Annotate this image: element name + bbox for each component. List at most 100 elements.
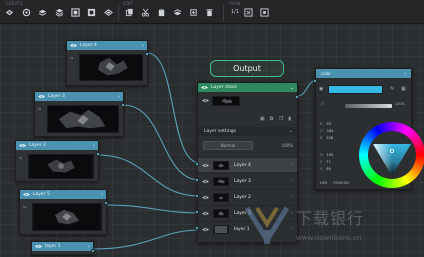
layer-thumbnail xyxy=(47,105,119,133)
blend-mode-select[interactable]: Normal xyxy=(203,141,253,150)
color-node[interactable]: color › ◉ ✎ ▦ ⁄ 100% R 53 G 184 B 228 H 195 … xyxy=(313,68,424,190)
chevron-right-icon[interactable]: › xyxy=(291,162,293,168)
input-port[interactable] xyxy=(195,194,199,198)
opacity-field[interactable]: 100% xyxy=(263,142,293,149)
image-icon[interactable]: ▣ xyxy=(260,116,265,122)
alpha-slider[interactable] xyxy=(345,104,392,108)
link-icon[interactable]: ⇆ xyxy=(23,204,26,209)
blue-value: B 228 xyxy=(320,136,334,140)
layer-node-header[interactable]: Layer 4 › xyxy=(67,41,147,50)
eye-icon[interactable] xyxy=(202,179,209,184)
color-mode-tabs: HEX RGB/HSV xyxy=(320,181,354,185)
hue-value: H 195 xyxy=(320,153,334,157)
green-value: G 184 xyxy=(320,129,334,133)
chevron-right-icon[interactable]: › xyxy=(142,43,144,49)
chevron-right-icon[interactable]: › xyxy=(291,226,293,232)
layer-node-title: Layer 5 xyxy=(33,192,50,197)
output-label[interactable]: Output xyxy=(210,60,284,77)
chevron-right-icon[interactable]: › xyxy=(404,71,406,77)
chevron-right-icon[interactable]: › xyxy=(291,178,293,184)
tab-hex[interactable]: HEX xyxy=(320,181,327,185)
eye-icon[interactable] xyxy=(23,192,30,197)
layer-stack-header[interactable]: Layer stack ⌄ xyxy=(198,83,297,92)
row-thumbnail xyxy=(213,176,229,186)
stack-toolbar: ▣ ✿ ❐ ▮ xyxy=(260,116,291,122)
layer-node[interactable]: Layer 4 › ⇆ xyxy=(66,40,149,86)
output-port[interactable] xyxy=(121,103,125,107)
pipette-icon[interactable]: ⁄ xyxy=(322,101,323,107)
color-node-title: color xyxy=(321,71,331,76)
eye-icon[interactable] xyxy=(70,43,77,48)
chevron-down-icon[interactable]: ⌄ xyxy=(289,128,293,134)
layer-thumbnail xyxy=(28,154,94,179)
input-port[interactable] xyxy=(195,178,199,182)
row-thumbnail xyxy=(213,224,229,234)
layer-node[interactable]: Layer 3 › ⇆ xyxy=(34,91,125,137)
watermark-logo xyxy=(244,206,290,245)
stack-row[interactable]: Layer 3 › xyxy=(198,173,297,188)
layer-settings-header[interactable]: Layer settings ⌄ xyxy=(198,127,297,136)
layer-node-title: Layer 4 xyxy=(80,43,97,48)
blend-row: Normal 100% xyxy=(203,141,294,150)
color-swatch[interactable] xyxy=(328,85,383,94)
eyedropper-icon[interactable]: ✎ xyxy=(390,86,394,92)
layer-settings-title: Layer settings xyxy=(204,129,236,134)
layer-node-header[interactable]: Layer 3 › xyxy=(35,92,123,101)
eye-icon[interactable] xyxy=(19,143,26,148)
input-port[interactable] xyxy=(195,210,199,214)
stack-thumbnail xyxy=(212,96,240,106)
input-port[interactable] xyxy=(195,226,199,230)
wire-layer4 xyxy=(146,52,201,164)
chevron-down-icon[interactable]: ⌄ xyxy=(290,85,294,91)
alpha-value: 100% xyxy=(395,102,406,106)
link-icon[interactable]: ⇆ xyxy=(19,155,22,160)
eye-icon[interactable]: ◉ xyxy=(319,86,323,92)
input-port[interactable] xyxy=(313,79,317,83)
layer-node-header[interactable]: Layer 2 › xyxy=(16,141,98,150)
eye-icon[interactable] xyxy=(202,163,209,168)
settings-icon[interactable]: ✿ xyxy=(270,116,274,122)
copy-icon[interactable]: ❐ xyxy=(279,116,283,122)
row-thumbnail xyxy=(213,192,229,202)
eye-icon[interactable] xyxy=(35,244,42,249)
layer-node-title: Layer 3 xyxy=(48,94,65,99)
eye-icon[interactable] xyxy=(38,94,45,99)
stack-row[interactable]: Layer 2 › xyxy=(198,189,297,204)
color-node-header[interactable]: color › xyxy=(316,69,411,78)
output-port[interactable] xyxy=(295,95,299,99)
value-value: V 89 xyxy=(320,167,331,171)
grid-icon[interactable]: ▦ xyxy=(401,86,406,92)
layer-thumbnail xyxy=(79,54,143,81)
eye-icon[interactable] xyxy=(201,85,208,90)
eye-icon[interactable] xyxy=(202,195,209,200)
eye-icon[interactable] xyxy=(202,98,209,103)
chevron-right-icon[interactable]: › xyxy=(118,94,120,100)
layer-node[interactable]: Layer 5 › ⇆ xyxy=(19,189,108,235)
color-wheel[interactable] xyxy=(359,122,424,188)
eye-icon[interactable] xyxy=(202,211,209,216)
stack-row[interactable]: Layer 4 › xyxy=(198,157,297,172)
input-port[interactable] xyxy=(195,162,199,166)
chevron-right-icon[interactable]: › xyxy=(291,210,293,216)
layer-node-header[interactable]: layer 1 › xyxy=(32,242,93,251)
chevron-right-icon[interactable]: › xyxy=(93,143,95,149)
layer-node[interactable]: layer 1 › xyxy=(31,241,95,255)
row-name: Layer 4 xyxy=(234,162,251,168)
color-triangle[interactable] xyxy=(359,122,424,188)
link-icon[interactable]: ⇆ xyxy=(38,106,41,111)
layer-node-header[interactable]: Layer 5 › xyxy=(20,190,106,199)
row-name: Layer 3 xyxy=(234,178,251,184)
chevron-right-icon[interactable]: › xyxy=(291,194,293,200)
layer-node[interactable]: Layer 2 › ⇆ xyxy=(15,140,100,182)
link-icon[interactable]: ⇆ xyxy=(70,55,73,60)
output-port[interactable] xyxy=(145,52,149,56)
output-port[interactable] xyxy=(104,201,108,205)
output-port[interactable] xyxy=(91,249,95,253)
row-thumbnail xyxy=(213,208,229,218)
eye-icon[interactable] xyxy=(202,227,209,232)
tab-rgb-hsv[interactable]: RGB/HSV xyxy=(333,181,349,185)
delete-icon[interactable]: ▮ xyxy=(288,116,291,122)
chevron-right-icon[interactable]: › xyxy=(101,192,103,198)
output-port[interactable] xyxy=(96,152,100,156)
chevron-right-icon[interactable]: › xyxy=(88,244,90,250)
